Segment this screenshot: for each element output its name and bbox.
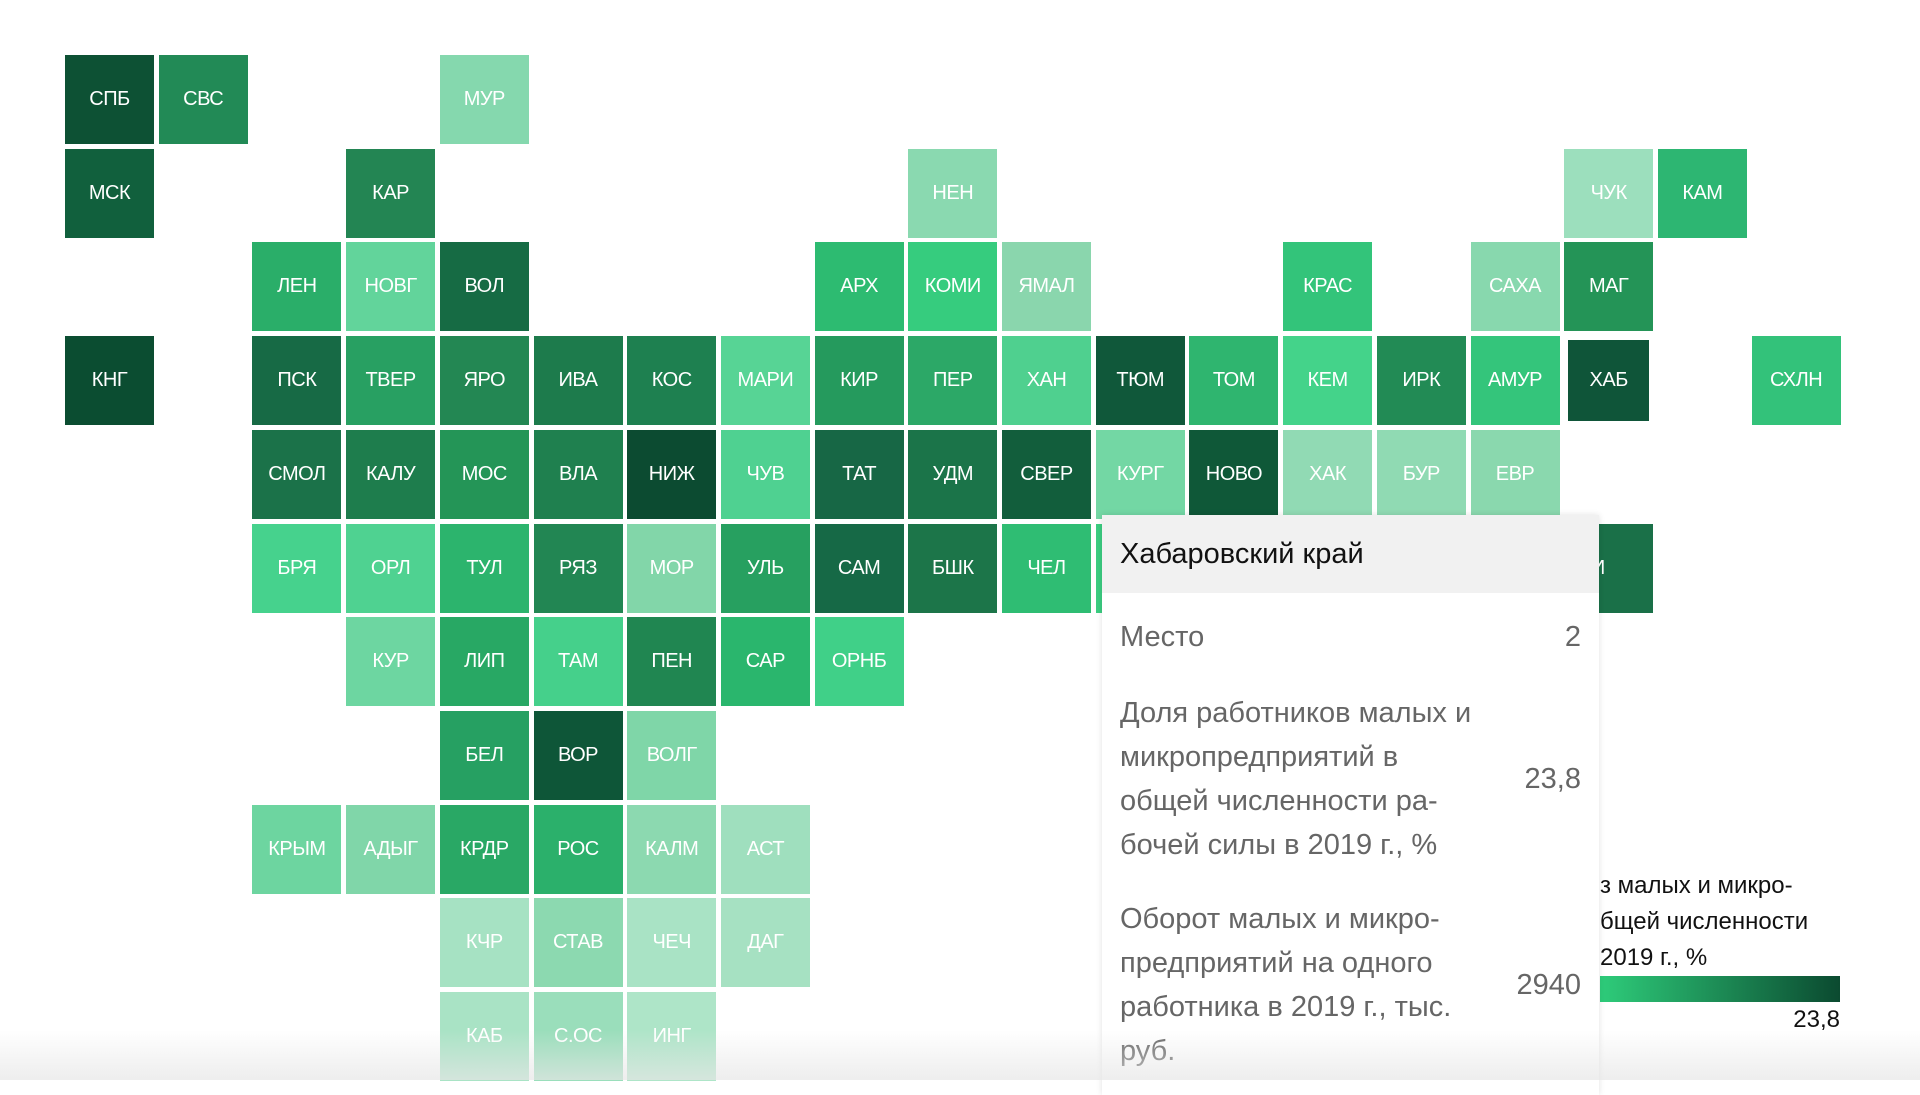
region-tile[interactable]: ИВА bbox=[533, 336, 623, 426]
tooltip-row-share: Доля работников малых и микропредприятий… bbox=[1102, 691, 1599, 867]
region-tile[interactable]: МАРИ bbox=[720, 336, 810, 426]
region-tile[interactable]: БРЯ bbox=[252, 523, 342, 613]
region-tile[interactable]: ПЕН bbox=[627, 617, 717, 707]
region-tile[interactable]: КРДР bbox=[439, 804, 529, 894]
region-tile[interactable]: ЯРО bbox=[439, 336, 529, 426]
region-tile[interactable]: КОМИ bbox=[908, 242, 998, 332]
region-tile[interactable]: НИЖ bbox=[627, 429, 717, 519]
region-tile[interactable]: ЧЕЛ bbox=[1002, 523, 1091, 613]
region-tile[interactable]: ВЛА bbox=[533, 429, 623, 519]
region-tile[interactable]: ДАГ bbox=[720, 898, 810, 988]
region-tile[interactable]: АРХ bbox=[814, 242, 904, 332]
region-tile[interactable]: ЛИП bbox=[439, 617, 529, 707]
region-tile[interactable]: ХАН bbox=[1002, 336, 1091, 426]
region-tile[interactable]: АМУР bbox=[1470, 336, 1560, 426]
region-tile[interactable]: НОВО bbox=[1189, 429, 1279, 519]
region-tile[interactable]: РОС bbox=[533, 804, 623, 894]
region-tile[interactable]: КРАС bbox=[1283, 242, 1373, 332]
region-tile[interactable]: ПСК bbox=[252, 336, 342, 426]
tooltip-value: 2 bbox=[1564, 621, 1581, 653]
region-tile[interactable]: ТАТ bbox=[814, 429, 904, 519]
region-tile[interactable]: ЧЕЧ bbox=[627, 898, 717, 988]
region-tile[interactable]: КЕМ bbox=[1283, 336, 1373, 426]
region-tile[interactable]: ВОЛ bbox=[439, 242, 529, 332]
region-tile[interactable]: ТОМ bbox=[1189, 336, 1279, 426]
tooltip-title: Хабаровский край bbox=[1102, 515, 1599, 593]
region-tile[interactable]: МОР bbox=[627, 523, 717, 613]
region-tile[interactable]: БШК bbox=[908, 523, 998, 613]
region-tile[interactable]: УДМ bbox=[908, 429, 998, 519]
tooltip-value: 23,8 bbox=[1524, 763, 1581, 795]
region-tile[interactable]: КАМ bbox=[1657, 148, 1747, 238]
tooltip-label: Доля работников малых и микропредприятий… bbox=[1120, 697, 1472, 861]
region-tile[interactable]: БУР bbox=[1376, 429, 1466, 519]
region-tile[interactable]: НЕН bbox=[908, 148, 998, 238]
region-tile[interactable]: ХАК bbox=[1283, 429, 1373, 519]
tooltip-value: 2940 bbox=[1516, 969, 1581, 1001]
region-tile[interactable]: КИР bbox=[814, 336, 904, 426]
region-tile[interactable]: САМ bbox=[814, 523, 904, 613]
region-tile[interactable]: САР bbox=[720, 617, 810, 707]
region-tile[interactable]: АДЫГ bbox=[346, 804, 436, 894]
region-tile[interactable]: ХАБ bbox=[1568, 340, 1650, 422]
region-tile[interactable]: ТУЛ bbox=[439, 523, 529, 613]
region-tile[interactable]: ПЕР bbox=[908, 336, 998, 426]
region-tile[interactable]: ЛЕН bbox=[252, 242, 342, 332]
region-tooltip: Хабаровский край Место 2 Доля работников… bbox=[1102, 515, 1599, 1095]
region-tile[interactable]: СВЕР bbox=[1002, 429, 1091, 519]
region-tile[interactable]: МСК bbox=[65, 148, 154, 238]
region-tile[interactable]: КОС bbox=[627, 336, 717, 426]
tooltip-label: Место bbox=[1120, 621, 1205, 653]
region-tile[interactable]: КУР bbox=[346, 617, 436, 707]
region-tile[interactable]: ТАМ bbox=[533, 617, 623, 707]
region-tile[interactable]: СХЛН bbox=[1751, 336, 1841, 426]
region-tile[interactable]: ВОР bbox=[533, 710, 623, 800]
region-tile[interactable]: ТЮМ bbox=[1095, 336, 1185, 426]
region-tile[interactable]: КАЛМ bbox=[627, 804, 717, 894]
region-tile[interactable]: ЯМАЛ bbox=[1002, 242, 1091, 332]
region-tile[interactable]: ЧУК bbox=[1564, 148, 1654, 238]
region-tile[interactable]: САХА bbox=[1470, 242, 1560, 332]
region-tile[interactable]: МОС bbox=[439, 429, 529, 519]
region-tile[interactable]: ВОЛГ bbox=[627, 710, 717, 800]
region-tile[interactable]: КЧР bbox=[439, 898, 529, 988]
region-tile[interactable]: КНГ bbox=[65, 336, 154, 426]
region-tile[interactable]: КАЛУ bbox=[346, 429, 436, 519]
region-tile[interactable]: КАР bbox=[346, 148, 436, 238]
region-tile[interactable]: БЕЛ bbox=[439, 710, 529, 800]
region-tile[interactable]: ЧУВ bbox=[720, 429, 810, 519]
tooltip-row-rank: Место 2 bbox=[1102, 593, 1599, 681]
region-tile[interactable]: РЯЗ bbox=[533, 523, 623, 613]
region-tile[interactable]: ЕВР bbox=[1470, 429, 1560, 519]
region-tile[interactable]: СТАВ bbox=[533, 898, 623, 988]
region-tile[interactable]: СПБ bbox=[65, 55, 154, 144]
region-tile[interactable]: УЛЬ bbox=[720, 523, 810, 613]
region-tile[interactable]: ОРЛ bbox=[346, 523, 436, 613]
region-tile[interactable]: МУР bbox=[439, 55, 529, 144]
region-tile[interactable]: КРЫМ bbox=[252, 804, 342, 894]
region-tile[interactable]: ТВЕР bbox=[346, 336, 436, 426]
region-tile[interactable]: СВС bbox=[158, 55, 248, 144]
region-tile[interactable]: АСТ bbox=[720, 804, 810, 894]
region-tile[interactable]: ОРНБ bbox=[814, 617, 904, 707]
region-tile[interactable]: НОВГ bbox=[346, 242, 436, 332]
legend-gradient-bar bbox=[1600, 976, 1840, 1002]
bottom-fade bbox=[0, 1030, 1920, 1080]
region-tile[interactable]: ИРК bbox=[1376, 336, 1466, 426]
region-tile[interactable]: МАГ bbox=[1564, 242, 1654, 332]
region-tile[interactable]: КУРГ bbox=[1095, 429, 1185, 519]
region-tile[interactable]: СМОЛ bbox=[252, 429, 342, 519]
